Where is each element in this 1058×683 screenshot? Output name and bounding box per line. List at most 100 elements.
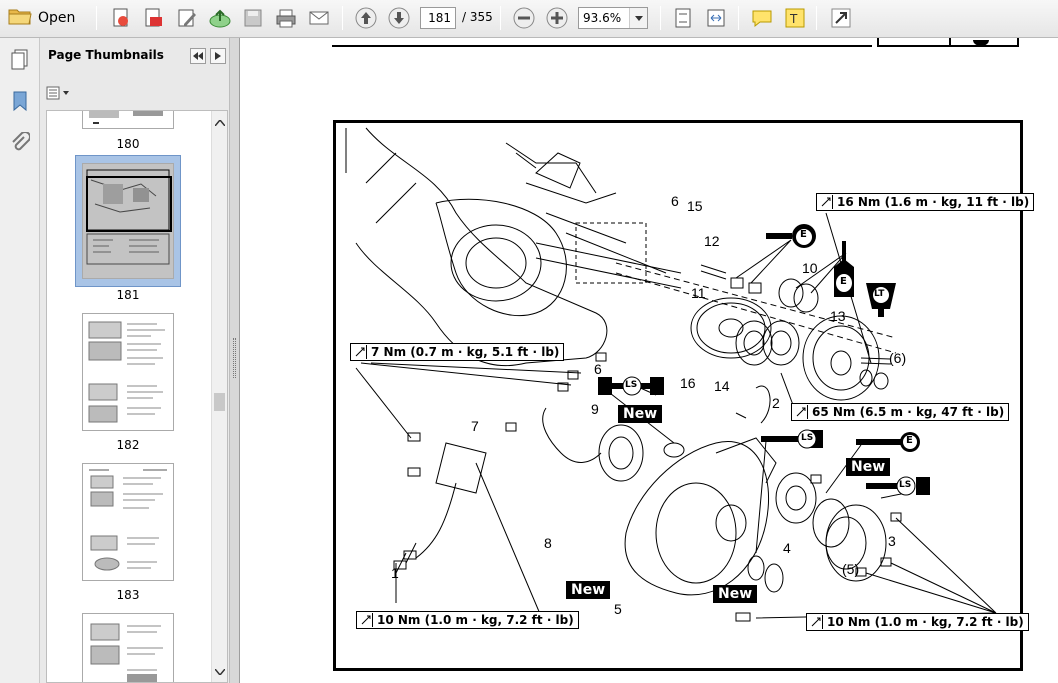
- edit-icon[interactable]: [174, 5, 200, 31]
- part-number: 14: [714, 378, 730, 394]
- header-box-right: [951, 38, 1019, 47]
- part-number: 13: [830, 308, 846, 324]
- thumbnail-label-180: 180: [116, 137, 140, 151]
- page-total: / 355: [462, 10, 493, 24]
- thumbnail-scrollbar[interactable]: [211, 111, 227, 682]
- torque-callout-10nm-left: 10 Nm (1.0 m · kg, 7.2 ft · lb): [356, 611, 579, 629]
- part-number: 6: [594, 361, 602, 377]
- wrench-icon: [809, 615, 823, 629]
- page-thumbnails-icon[interactable]: [7, 46, 33, 72]
- bookmarks-icon[interactable]: [7, 88, 33, 114]
- scrollbar-thumb[interactable]: [214, 393, 225, 411]
- expand-panel-icon[interactable]: [210, 48, 226, 64]
- new-tag: New: [618, 405, 663, 423]
- thumbnail-page-180[interactable]: [82, 111, 174, 129]
- torque-callout-65nm: 65 Nm (6.5 m · kg, 47 ft · lb): [791, 403, 1010, 421]
- part-number: 1: [391, 565, 399, 581]
- zoom-in-icon[interactable]: [544, 5, 570, 31]
- torque-callout-7nm: 7 Nm (0.7 m · kg, 5.1 ft · lb): [350, 343, 565, 361]
- torque-text-7nm: 7 Nm (0.7 m · kg, 5.1 ft · lb): [371, 345, 560, 359]
- part-number: 7: [471, 418, 479, 434]
- previous-page-icon[interactable]: [353, 5, 379, 31]
- part-number: 9: [591, 401, 599, 417]
- torque-text-10nm-right: 10 Nm (1.0 m · kg, 7.2 ft · lb): [827, 615, 1024, 629]
- zoom-out-icon[interactable]: [511, 5, 537, 31]
- thumbnail-page-181[interactable]: [82, 163, 174, 279]
- part-number: (5): [842, 561, 860, 577]
- part-number: 5: [614, 601, 622, 617]
- part-number: 11: [691, 285, 706, 301]
- new-tag: New: [713, 585, 758, 603]
- lithium-soap-icon: LS: [761, 428, 823, 450]
- engine-oil-icon: E: [766, 223, 818, 249]
- thumbnail-list[interactable]: 180 181 182 183: [46, 110, 228, 683]
- exploded-diagram: 16 Nm (1.6 m · kg, 11 ft · lb) 7 Nm (0.7…: [333, 120, 1035, 671]
- torque-text-10nm-left: 10 Nm (1.0 m · kg, 7.2 ft · lb): [377, 613, 574, 627]
- part-number: 12: [704, 233, 720, 249]
- engine-oil-icon: E: [830, 241, 858, 303]
- email-icon[interactable]: [306, 5, 332, 31]
- part-number: 4: [783, 540, 791, 556]
- wrench-icon: [359, 613, 373, 627]
- thumbnail-page-184[interactable]: [82, 613, 174, 682]
- folder-icon: [8, 6, 32, 30]
- chevron-down-icon[interactable]: [629, 8, 647, 28]
- scroll-up-icon[interactable]: [214, 115, 226, 129]
- create-pdf-icon[interactable]: [108, 5, 134, 31]
- part-number: 8: [544, 535, 552, 551]
- highlight-icon[interactable]: T: [782, 5, 808, 31]
- thumbnail-label-182: 182: [116, 438, 140, 452]
- scroll-down-icon[interactable]: [214, 664, 226, 678]
- new-tag: New: [566, 581, 611, 599]
- torque-text-16nm: 16 Nm (1.6 m · kg, 11 ft · lb): [837, 195, 1030, 209]
- panel-splitter[interactable]: [230, 38, 240, 683]
- fit-width-icon[interactable]: [703, 5, 729, 31]
- locktite-icon: LT: [866, 283, 896, 317]
- header-box-left: [877, 38, 951, 47]
- thumbnail-label-183: 183: [116, 588, 140, 602]
- pdf-icon[interactable]: [140, 5, 166, 31]
- engine-oil-icon: E: [856, 431, 926, 453]
- part-number: 16: [680, 375, 696, 391]
- attachments-icon[interactable]: [7, 130, 33, 156]
- options-menu-icon[interactable]: [46, 84, 72, 102]
- open-button[interactable]: Open: [8, 5, 75, 31]
- next-page-icon[interactable]: [386, 5, 412, 31]
- thumbnail-label-181: 181: [116, 288, 140, 302]
- fit-page-icon[interactable]: [670, 5, 696, 31]
- torque-callout-10nm-right: 10 Nm (1.0 m · kg, 7.2 ft · lb): [806, 613, 1029, 631]
- part-number: (6): [889, 350, 907, 366]
- thumbnails-panel: Page Thumbnails 180 181 182 183: [40, 38, 230, 683]
- lithium-soap-icon: LS: [866, 475, 930, 497]
- expand-icon[interactable]: [828, 5, 854, 31]
- part-number: 6: [671, 193, 679, 209]
- lithium-soap-icon: LS: [598, 375, 664, 397]
- wrench-icon: [794, 405, 808, 419]
- svg-text:T: T: [789, 12, 798, 26]
- page-rule: [332, 45, 872, 47]
- thumbnail-page-182[interactable]: [82, 313, 174, 431]
- collapse-panel-icon[interactable]: [190, 48, 206, 64]
- page-number-input[interactable]: 181: [420, 7, 456, 29]
- part-number: 10: [802, 260, 818, 276]
- upload-icon[interactable]: [207, 5, 233, 31]
- print-icon[interactable]: [273, 5, 299, 31]
- navigation-strip: [0, 38, 40, 683]
- comment-icon[interactable]: [749, 5, 775, 31]
- toolbar: Open 181 / 355 93.6% T: [0, 0, 1058, 38]
- wrench-icon: [819, 195, 833, 209]
- torque-text-65nm: 65 Nm (6.5 m · kg, 47 ft · lb): [812, 405, 1005, 419]
- new-tag: New: [846, 458, 891, 476]
- thumbnail-page-183[interactable]: [82, 463, 174, 581]
- panel-title: Page Thumbnails: [48, 48, 164, 62]
- wrench-icon: [353, 345, 367, 359]
- part-number: 15: [687, 198, 703, 214]
- part-number: 3: [888, 533, 896, 549]
- part-number: 2: [772, 395, 780, 411]
- torque-callout-16nm: 16 Nm (1.6 m · kg, 11 ft · lb): [816, 193, 1035, 211]
- zoom-value: 93.6%: [583, 11, 622, 25]
- zoom-input[interactable]: 93.6%: [578, 7, 648, 29]
- save-icon[interactable]: [240, 5, 266, 31]
- open-label: Open: [38, 10, 76, 26]
- document-view[interactable]: 16 Nm (1.6 m · kg, 11 ft · lb) 7 Nm (0.7…: [241, 38, 1058, 683]
